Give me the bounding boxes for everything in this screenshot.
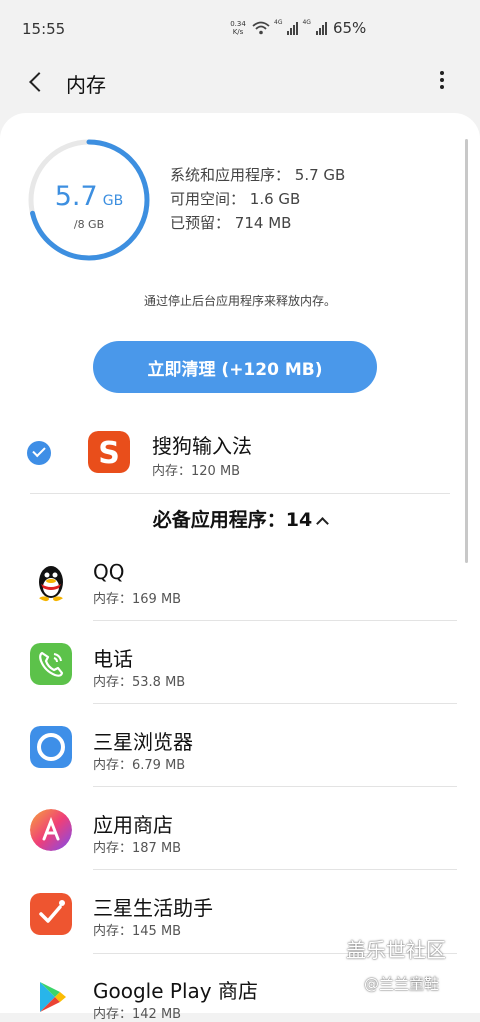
clean-now-button[interactable]: 立即清理 (+120 MB) bbox=[93, 341, 377, 393]
stat-free-space: 可用空间： 1.6 GB bbox=[170, 190, 301, 208]
memory-used-unit: GB bbox=[102, 193, 124, 209]
network-speed-unit: K/s bbox=[232, 28, 244, 36]
app-memory-life-assistant: 内存：145 MB bbox=[93, 924, 182, 939]
sim1-label: 4G bbox=[274, 18, 283, 26]
scrollbar[interactable] bbox=[465, 139, 468, 563]
app-bar: 内存 bbox=[0, 58, 480, 106]
essential-apps-header[interactable]: 必备应用程序：14 bbox=[0, 505, 480, 532]
app-name-play-store: Google Play 商店 bbox=[93, 979, 258, 1003]
stat-system-apps: 系统和应用程序： 5.7 GB bbox=[170, 166, 346, 184]
divider bbox=[93, 786, 457, 787]
sogou-icon: S bbox=[88, 431, 130, 473]
sim2-label: 4G bbox=[302, 18, 311, 26]
more-options-icon[interactable] bbox=[432, 68, 452, 96]
phone-icon bbox=[30, 643, 72, 685]
svg-text:S: S bbox=[98, 436, 120, 471]
selected-app-name: 搜狗输入法 bbox=[152, 434, 252, 458]
watermark-user: @兰兰童鞋 bbox=[364, 975, 440, 993]
status-bar: 15:55 0.34 K/s 4G 4G 65% bbox=[0, 0, 480, 58]
play-store-icon bbox=[40, 982, 66, 1012]
divider bbox=[30, 493, 450, 494]
memory-total: /8 GB bbox=[73, 218, 105, 231]
checkbox-checked-icon[interactable] bbox=[27, 441, 51, 465]
app-name-life-assistant: 三星生活助手 bbox=[93, 896, 213, 920]
watermark-site: 盖乐世社区 bbox=[346, 938, 446, 962]
chevron-up-icon bbox=[316, 517, 330, 530]
section-title: 必备应用程序： bbox=[152, 509, 286, 531]
selected-app-memory: 内存：120 MB bbox=[152, 464, 241, 479]
signal-icon bbox=[315, 21, 327, 35]
network-speed-value: 0.34 bbox=[230, 20, 246, 28]
divider bbox=[93, 620, 457, 621]
section-count: 14 bbox=[285, 509, 313, 531]
app-name-browser: 三星浏览器 bbox=[93, 730, 193, 754]
page-title: 内存 bbox=[66, 73, 106, 97]
stat-reserved: 已预留： 714 MB bbox=[170, 214, 292, 232]
life-assistant-icon bbox=[30, 893, 72, 935]
memory-used: 5.7 GB bbox=[27, 181, 151, 212]
memory-used-value: 5.7 bbox=[54, 181, 98, 212]
signal-icon bbox=[287, 21, 299, 35]
divider bbox=[93, 703, 457, 704]
app-name-qq: QQ bbox=[93, 560, 125, 584]
divider bbox=[93, 869, 457, 870]
battery-percent: 65% bbox=[332, 19, 367, 37]
app-store-icon bbox=[30, 809, 72, 851]
browser-icon bbox=[30, 726, 72, 768]
status-icons: 0.34 K/s 4G 4G 65% bbox=[228, 18, 367, 38]
app-name-app-store: 应用商店 bbox=[93, 813, 173, 837]
memory-stats: 系统和应用程序： 5.7 GB 可用空间： 1.6 GB 已预留： 714 MB bbox=[170, 163, 345, 235]
wifi-icon bbox=[252, 21, 270, 35]
app-memory-qq: 内存：169 MB bbox=[93, 592, 182, 607]
status-time: 15:55 bbox=[22, 20, 66, 38]
app-name-phone: 电话 bbox=[93, 647, 133, 671]
qq-icon bbox=[39, 566, 63, 602]
app-memory-browser: 内存：6.79 MB bbox=[93, 758, 186, 773]
network-speed: 0.34 K/s bbox=[228, 20, 248, 36]
app-memory-app-store: 内存：187 MB bbox=[93, 841, 182, 856]
hint-text: 通过停止后台应用程序来释放内存。 bbox=[143, 294, 336, 308]
app-memory-phone: 内存：53.8 MB bbox=[93, 675, 186, 690]
back-arrow-icon[interactable] bbox=[24, 68, 52, 96]
